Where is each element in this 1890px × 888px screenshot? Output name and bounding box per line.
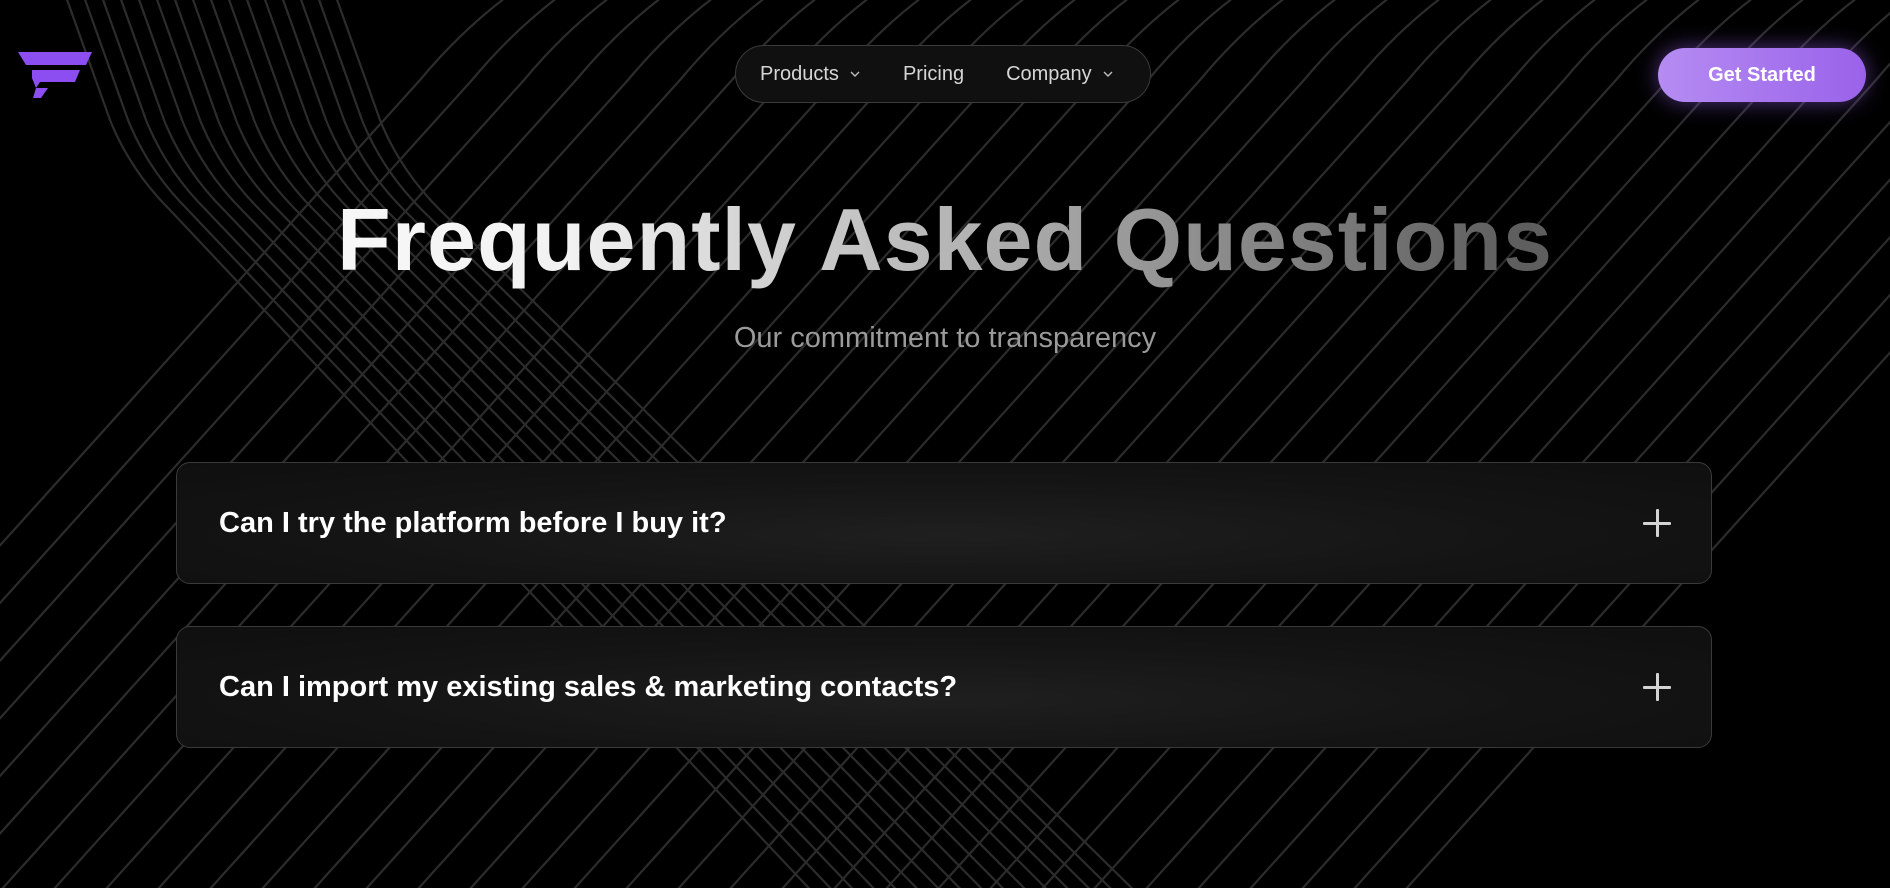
plus-icon[interactable] — [1643, 509, 1671, 537]
page-subtitle: Our commitment to transparency — [733, 322, 1157, 354]
faq-question: Can I import my existing sales & marketi… — [219, 670, 958, 703]
faq-item[interactable]: Can I import my existing sales & marketi… — [176, 626, 1712, 748]
faq-page: Products Pricing Company Get Started Fre… — [0, 0, 1890, 888]
page-title: Frequently Asked Questions — [0, 185, 1890, 295]
nav-item-label: Company — [1006, 62, 1092, 85]
nav-item-pricing[interactable]: Pricing — [903, 63, 964, 86]
nav-item-company[interactable]: Company — [1006, 63, 1114, 86]
brand-logo-icon[interactable] — [18, 50, 94, 100]
get-started-button[interactable]: Get Started — [1658, 48, 1866, 102]
nav-item-label: Products — [760, 62, 839, 85]
main-navigation: Products Pricing Company — [735, 45, 1151, 103]
plus-icon[interactable] — [1643, 673, 1671, 701]
chevron-down-icon — [850, 71, 860, 77]
nav-item-products[interactable]: Products — [760, 63, 861, 86]
chevron-down-icon — [1103, 71, 1113, 77]
nav-item-label: Pricing — [902, 62, 965, 85]
background-line-pattern — [0, 0, 1890, 888]
faq-question: Can I try the platform before I buy it? — [219, 506, 727, 539]
faq-item[interactable]: Can I try the platform before I buy it? — [176, 462, 1712, 584]
